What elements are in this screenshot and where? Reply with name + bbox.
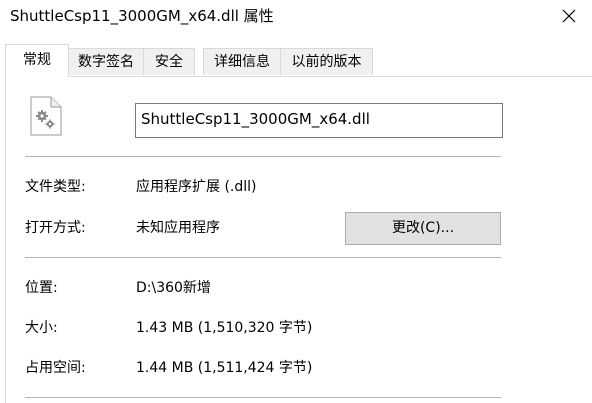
separator <box>25 156 501 157</box>
location-label: 位置: <box>25 280 58 296</box>
title-bar: ShuttleCsp11_3000GM_x64.dll 属性 <box>0 0 592 34</box>
dll-file-gear-icon <box>30 96 62 136</box>
file-type-value: 应用程序扩展 (.dll) <box>136 179 257 195</box>
tab-previous-versions[interactable]: 以前的版本 <box>280 48 373 75</box>
filename-field[interactable]: ShuttleCsp11_3000GM_x64.dll <box>135 103 503 138</box>
file-type-label: 文件类型: <box>25 179 86 195</box>
properties-dialog: ShuttleCsp11_3000GM_x64.dll 属性 常规 数字签名 安… <box>0 0 592 403</box>
size-on-disk-label: 占用空间: <box>25 360 86 376</box>
location-value: D:\360新增 <box>136 280 211 296</box>
window-title: ShuttleCsp11_3000GM_x64.dll 属性 <box>10 7 274 25</box>
change-button[interactable]: 更改(C)... <box>345 212 501 245</box>
separator <box>25 257 501 258</box>
tab-digital-signatures[interactable]: 数字签名 <box>68 48 144 75</box>
tab-security[interactable]: 安全 <box>143 48 195 75</box>
opens-with-label: 打开方式: <box>25 220 86 236</box>
opens-with-value: 未知应用程序 <box>136 220 220 236</box>
close-button[interactable] <box>546 0 592 32</box>
size-on-disk-value: 1.44 MB (1,511,424 字节) <box>136 360 313 376</box>
close-icon <box>562 9 576 23</box>
tab-details[interactable]: 详细信息 <box>203 48 281 75</box>
tab-strip: 常规 数字签名 安全 详细信息 以前的版本 <box>0 44 592 77</box>
tab-general[interactable]: 常规 <box>5 44 69 77</box>
size-label: 大小: <box>25 320 58 336</box>
separator <box>25 397 501 398</box>
size-value: 1.43 MB (1,510,320 字节) <box>136 320 313 336</box>
